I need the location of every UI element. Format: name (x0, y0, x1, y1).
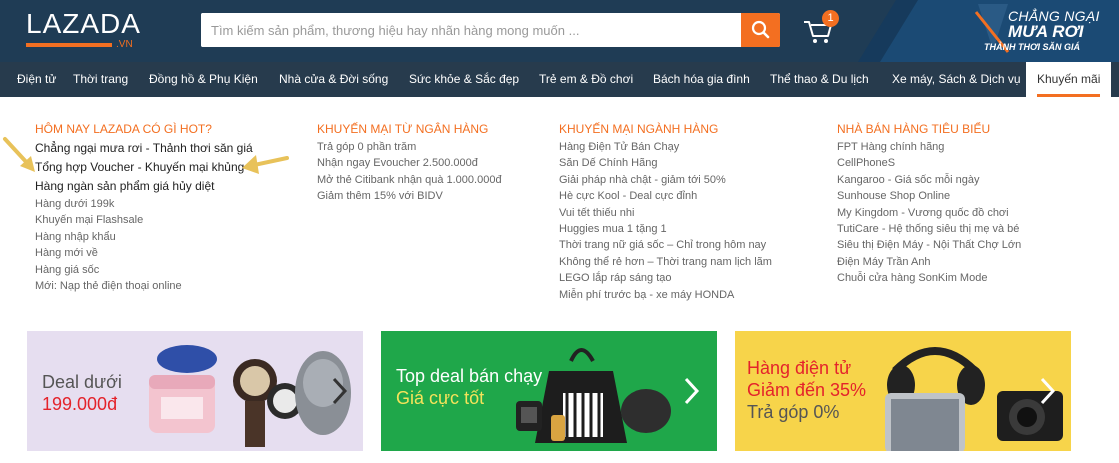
promo-line-2: MƯA RƠI (1008, 22, 1084, 41)
card-line-1: Deal dưới (42, 372, 122, 392)
nav-khuyen-mai[interactable]: Khuyến mãi (1026, 62, 1112, 97)
card-line-2: 199.000đ (42, 394, 118, 414)
category-nav: Điện tử Thời trang Đồng hồ & Phụ Kiện Nh… (0, 62, 1119, 97)
column-title: NHÀ BÁN HÀNG TIÊU BIỂU (837, 122, 991, 136)
nav-dien-tu[interactable]: Điện tử (17, 62, 56, 97)
list-item[interactable]: Tổng hợp Voucher - Khuyến mại khủng (35, 158, 253, 177)
nav-tre-em-do-choi[interactable]: Trẻ em & Đồ chơi (539, 62, 633, 97)
nav-bach-hoa-gia-dinh[interactable]: Bách hóa gia đình (653, 62, 750, 97)
nav-xe-may-sach-dich-vu[interactable]: Xe máy, Sách & Dịch vụ (892, 62, 1021, 97)
list-item[interactable]: Hàng mới về (35, 245, 253, 261)
list-item[interactable]: Giải pháp nhà chật - giảm tới 50% (559, 172, 772, 188)
list-item[interactable]: Nhận ngay Evoucher 2.500.000đ (317, 155, 502, 171)
list-item[interactable]: Sunhouse Shop Online (837, 188, 1021, 204)
logo-text: LAZADA (26, 8, 141, 39)
list-item[interactable]: Chuỗi cửa hàng SonKim Mode (837, 270, 1021, 286)
list-item[interactable]: Hè cực Kool - Deal cực đỉnh (559, 188, 772, 204)
annotation-arrow-right-icon (242, 155, 289, 174)
list-item[interactable]: Vui tết thiếu nhi (559, 205, 772, 221)
promo-card-electronics[interactable]: Hàng điện tử Giảm đến 35% Trả góp 0% (735, 331, 1071, 451)
nav-nha-cua-doi-song[interactable]: Nhà cửa & Đời sống (279, 62, 388, 97)
header-promo-banner[interactable]: CHẲNG NGẠI MƯA RƠI THẢNH THƠI SĂN GIÁ (858, 0, 1119, 62)
lazada-logo[interactable]: LAZADA .VN (26, 8, 141, 53)
search-icon (751, 20, 770, 39)
list-item[interactable]: Huggies mua 1 tặng 1 (559, 221, 772, 237)
nav-dong-ho-phu-kien[interactable]: Đồng hồ & Phụ Kiện (149, 62, 258, 97)
card-line-1: Top deal bán chạy (396, 366, 543, 386)
list-item[interactable]: Điện Máy Trần Anh (837, 254, 1021, 270)
card-line-1: Hàng điện tử (747, 358, 852, 378)
list-item[interactable]: Không thể rẻ hơn – Thời trang nam lịch l… (559, 254, 772, 270)
list-item[interactable]: Kangaroo - Giá sốc mỗi ngày (837, 172, 1021, 188)
header-bar: LAZADA .VN 1 CHẲNG NGẠI MƯA RƠI THẢNH (0, 0, 1119, 62)
column-title: KHUYẾN MẠI TỪ NGÂN HÀNG (317, 122, 489, 136)
column-bank-promotions: KHUYẾN MẠI TỪ NGÂN HÀNG Trả góp 0 phần t… (317, 120, 502, 205)
list-item[interactable]: TutiCare - Hệ thống siêu thị mẹ và bé (837, 221, 1021, 237)
card-line-3: Trả góp 0% (747, 402, 840, 422)
list-item[interactable]: Trả góp 0 phần trăm (317, 139, 502, 155)
list-item[interactable]: Mở thẻ Citibank nhận quà 1.000.000đ (317, 172, 502, 188)
column-list: Hàng Điện Tử Bán Chạy Săn Dế Chính Hãng … (559, 139, 772, 303)
list-item[interactable]: FPT Hàng chính hãng (837, 139, 1021, 155)
list-item[interactable]: Giảm thêm 15% với BIDV (317, 188, 502, 204)
promo-card-deal-under[interactable]: Deal dưới 199.000đ (27, 331, 363, 451)
list-item[interactable]: Mới: Nạp thẻ điện thoại online (35, 278, 253, 294)
search-button[interactable] (741, 13, 780, 47)
list-item[interactable]: Hàng dưới 199k (35, 196, 253, 212)
column-list: Chẳng ngại mưa rơi - Thảnh thơi săn giá … (35, 139, 253, 294)
annotation-arrow-left-icon (3, 137, 35, 172)
list-item[interactable]: CellPhoneS (837, 155, 1021, 171)
list-item[interactable]: Miễn phí trước bạ - xe máy HONDA (559, 287, 772, 303)
card-line-2: Giá cực tốt (396, 388, 485, 408)
nav-the-thao-du-lich[interactable]: Thể thao & Du lịch (770, 62, 869, 97)
list-item[interactable]: Hàng nhập khẩu (35, 229, 253, 245)
list-item[interactable]: Thời trang nữ giá sốc – Chỉ trong hôm na… (559, 237, 772, 253)
list-item[interactable]: Khuyến mại Flashsale (35, 212, 253, 228)
nav-suc-khoe-sac-dep[interactable]: Sức khỏe & Sắc đẹp (409, 62, 519, 97)
list-item[interactable]: LEGO lắp ráp sáng tạo (559, 270, 772, 286)
search-box (201, 13, 780, 47)
cart-button[interactable]: 1 (800, 10, 840, 50)
list-item[interactable]: Chẳng ngại mưa rơi - Thảnh thơi săn giá (35, 139, 253, 158)
list-item[interactable]: Săn Dế Chính Hãng (559, 155, 772, 171)
search-input[interactable] (201, 13, 741, 47)
list-item[interactable]: My Kingdom - Vương quốc đồ chơi (837, 205, 1021, 221)
column-title: HÔM NAY LAZADA CÓ GÌ HOT? (35, 122, 212, 136)
list-item[interactable]: Hàng Điện Tử Bán Chạy (559, 139, 772, 155)
logo-suffix: .VN (116, 39, 133, 50)
promo-card-top-deals[interactable]: Top deal bán chạy Giá cực tốt (381, 331, 717, 451)
column-list: FPT Hàng chính hãng CellPhoneS Kangaroo … (837, 139, 1021, 287)
list-item[interactable]: Hàng giá sốc (35, 262, 253, 278)
column-featured-sellers: NHÀ BÁN HÀNG TIÊU BIỂU FPT Hàng chính hã… (837, 120, 1021, 287)
card-line-2: Giảm đến 35% (747, 380, 867, 400)
column-hot-today: HÔM NAY LAZADA CÓ GÌ HOT? Chẳng ngại mưa… (35, 120, 253, 294)
logo-underline (26, 43, 112, 47)
list-item[interactable]: Siêu thị Điện Máy - Nội Thất Chợ Lớn (837, 237, 1021, 253)
cart-count-badge: 1 (822, 10, 839, 27)
column-category-promotions: KHUYẾN MẠI NGÀNH HÀNG Hàng Điện Tử Bán C… (559, 120, 772, 303)
column-list: Trả góp 0 phần trăm Nhận ngay Evoucher 2… (317, 139, 502, 205)
promo-line-3: THẢNH THƠI SĂN GIÁ (984, 42, 1081, 52)
nav-thoi-trang[interactable]: Thời trang (73, 62, 128, 97)
list-item[interactable]: Hàng ngàn sản phẩm giá hủy diệt (35, 177, 253, 196)
column-title: KHUYẾN MẠI NGÀNH HÀNG (559, 122, 719, 136)
